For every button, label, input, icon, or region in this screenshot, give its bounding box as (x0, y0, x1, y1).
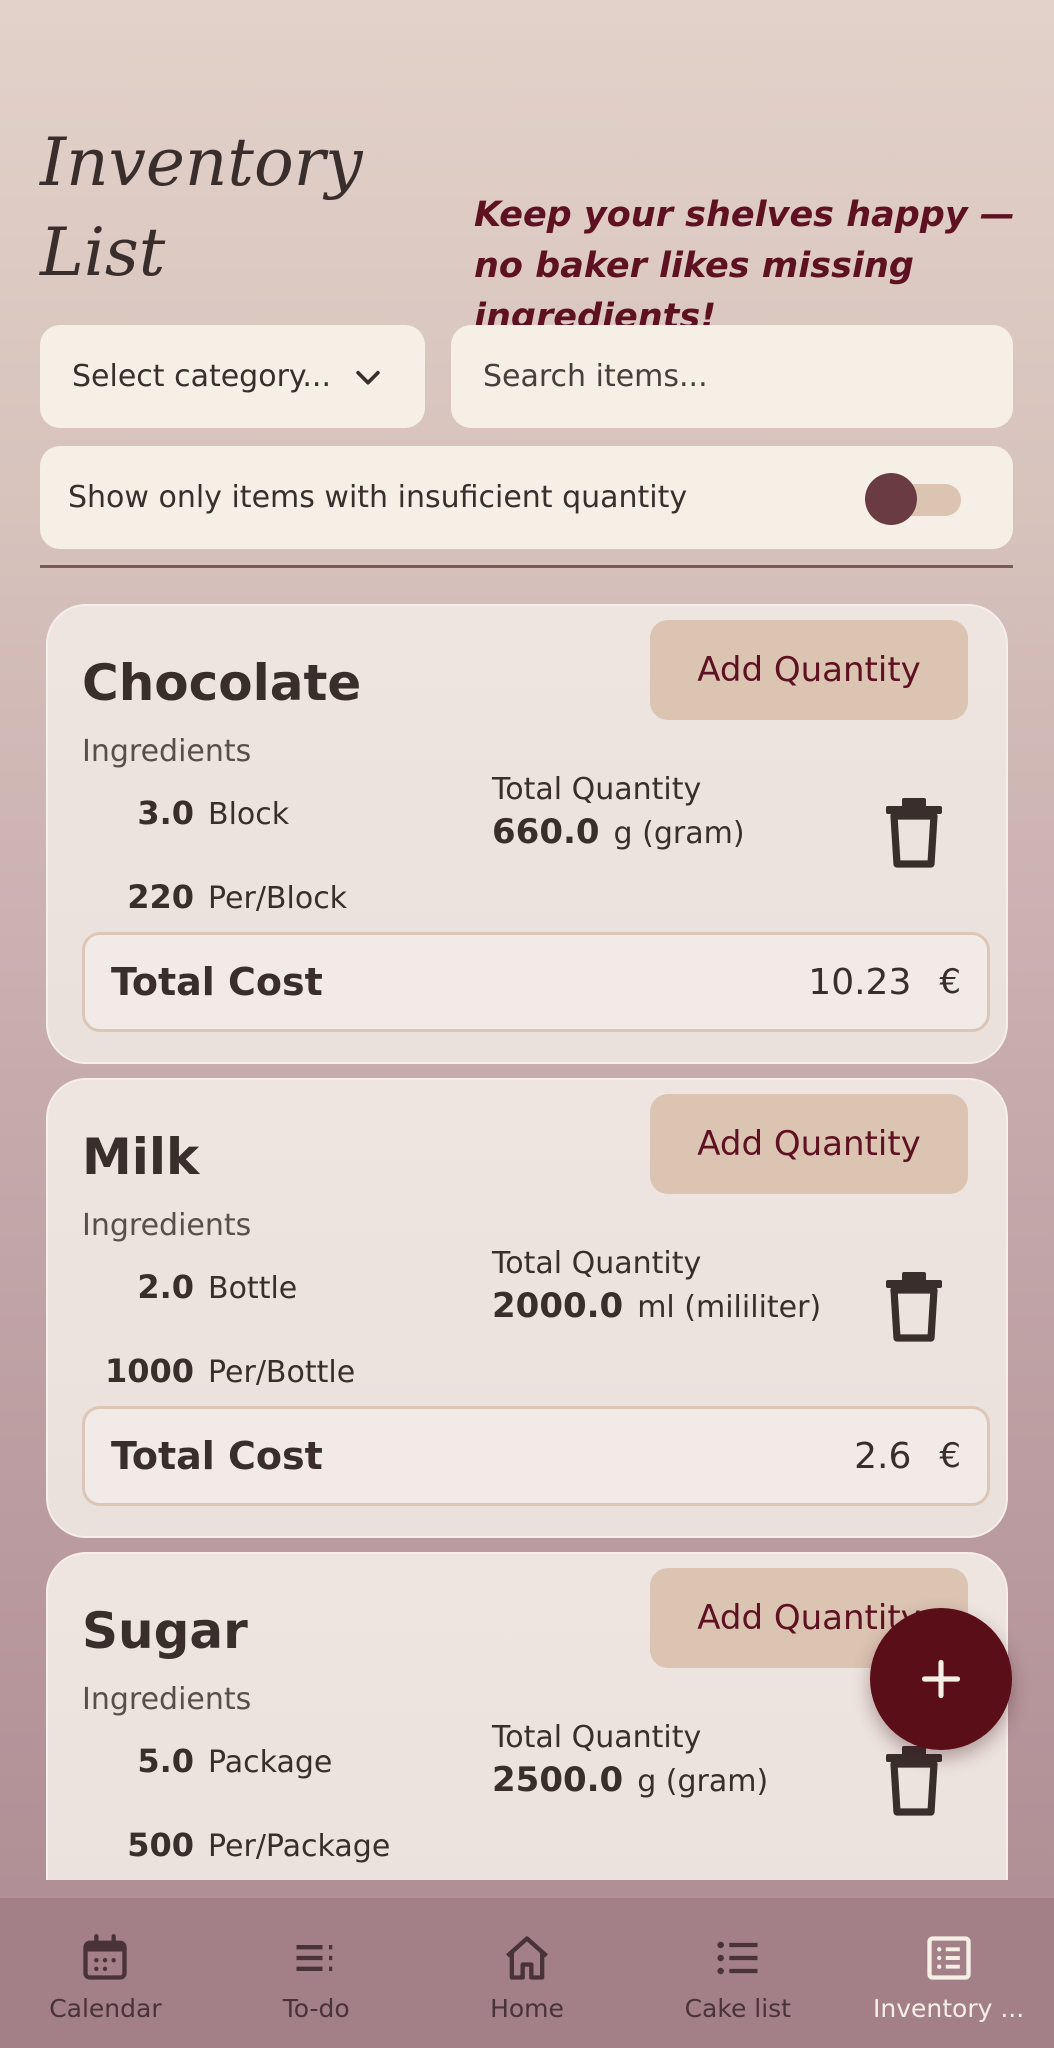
package-count-value: 2.0 (137, 1268, 194, 1306)
nav-item-inventory[interactable]: Inventory ... (843, 1898, 1054, 2048)
nav-label: Inventory ... (872, 1994, 1025, 2023)
home-icon (506, 1936, 548, 1980)
insufficient-filter-row: Show only items with insuficient quantit… (40, 446, 1013, 549)
total-quantity-label: Total Quantity (492, 1246, 702, 1281)
trash-icon[interactable] (882, 796, 946, 868)
nav-label: Home (490, 1994, 564, 2023)
total-quantity-unit: ml (mililiter) (637, 1290, 822, 1325)
item-category: Ingredients (82, 734, 252, 769)
package-count-value: 5.0 (137, 1742, 194, 1780)
inventory-card: Sugar Ingredients Add Quantity 5.0 Packa… (46, 1552, 1008, 1880)
insufficient-filter-label: Show only items with insuficient quantit… (68, 480, 688, 515)
add-quantity-button[interactable]: Add Quantity (650, 620, 968, 720)
nav-item-calendar[interactable]: Calendar (0, 1898, 211, 2048)
add-item-fab[interactable] (870, 1608, 1012, 1750)
package-count: 3.0 Block (48, 794, 448, 832)
search-input[interactable] (451, 325, 1013, 428)
plus-icon (921, 1659, 961, 1699)
nav-item-todo[interactable]: To-do (211, 1898, 422, 2048)
total-quantity: 2000.0 ml (mililiter) (492, 1286, 821, 1326)
package-unit: Block (208, 797, 290, 832)
nav-item-home[interactable]: Home (422, 1898, 633, 2048)
add-quantity-button[interactable]: Add Quantity (650, 1094, 968, 1194)
divider (40, 565, 1013, 568)
total-cost-value: 10.23 (808, 961, 912, 1003)
per-package: 1000 Per/Bottle (48, 1352, 448, 1390)
per-package-unit: Per/Block (208, 881, 348, 916)
package-count: 5.0 Package (48, 1742, 448, 1780)
inventory-card: Milk Ingredients Add Quantity 2.0 Bottle… (46, 1078, 1008, 1538)
per-package: 500 Per/Package (48, 1826, 448, 1864)
per-package-unit: Per/Bottle (208, 1355, 356, 1390)
bottom-nav: Calendar To-do Home Cake list Inventory … (0, 1898, 1054, 2048)
currency-symbol: € (939, 1436, 961, 1476)
page-title: Inventory List (40, 124, 363, 291)
insufficient-toggle[interactable] (865, 470, 961, 526)
total-quantity-label: Total Quantity (492, 772, 702, 807)
total-quantity-unit: g (gram) (613, 816, 745, 851)
package-count: 2.0 Bottle (48, 1268, 448, 1306)
total-cost-label: Total Cost (111, 1434, 323, 1478)
item-category: Ingredients (82, 1208, 252, 1243)
per-package: 220 Per/Block (48, 878, 448, 916)
toggle-thumb (865, 472, 917, 525)
category-select[interactable]: Select category... (40, 325, 425, 428)
per-package-unit: Per/Package (208, 1829, 391, 1864)
total-quantity-label: Total Quantity (492, 1720, 702, 1755)
total-cost-box: Total Cost 10.23 € (82, 932, 990, 1032)
inventory-card: Chocolate Ingredients Add Quantity 3.0 B… (46, 604, 1008, 1064)
calendar-icon (83, 1934, 128, 1980)
trash-icon[interactable] (882, 1744, 946, 1816)
package-count-value: 3.0 (137, 794, 194, 832)
todo-icon (296, 1945, 336, 1971)
total-cost-box: Total Cost 2.6 € (82, 1406, 990, 1506)
currency-symbol: € (939, 962, 961, 1002)
total-quantity-value: 660.0 (492, 812, 600, 852)
total-quantity-value: 2000.0 (492, 1286, 624, 1326)
total-quantity: 2500.0 g (gram) (492, 1760, 768, 1800)
nav-label: To-do (282, 1994, 350, 2023)
total-quantity-unit: g (gram) (637, 1764, 769, 1799)
nav-label: Calendar (49, 1994, 162, 2023)
package-unit: Bottle (208, 1271, 298, 1306)
tagline: Keep your shelves happy — no baker likes… (474, 195, 1015, 337)
per-package-value: 220 (127, 878, 194, 916)
item-category: Ingredients (82, 1682, 252, 1717)
package-unit: Package (208, 1745, 333, 1780)
total-quantity: 660.0 g (gram) (492, 812, 745, 852)
list-icon (717, 1941, 758, 1975)
nav-label: Cake list (684, 1994, 791, 2023)
per-package-value: 1000 (104, 1352, 194, 1390)
inventory-icon (926, 1936, 971, 1980)
item-name: Chocolate (82, 654, 362, 712)
chevron-down-icon (356, 370, 380, 385)
item-name: Milk (82, 1128, 200, 1186)
total-quantity-value: 2500.0 (492, 1760, 624, 1800)
item-name: Sugar (82, 1602, 248, 1660)
nav-item-cake-list[interactable]: Cake list (632, 1898, 843, 2048)
total-cost-label: Total Cost (111, 960, 323, 1004)
per-package-value: 500 (127, 1826, 194, 1864)
trash-icon[interactable] (882, 1270, 946, 1342)
category-select-label: Select category... (72, 358, 331, 394)
total-cost-value: 2.6 (854, 1435, 912, 1477)
